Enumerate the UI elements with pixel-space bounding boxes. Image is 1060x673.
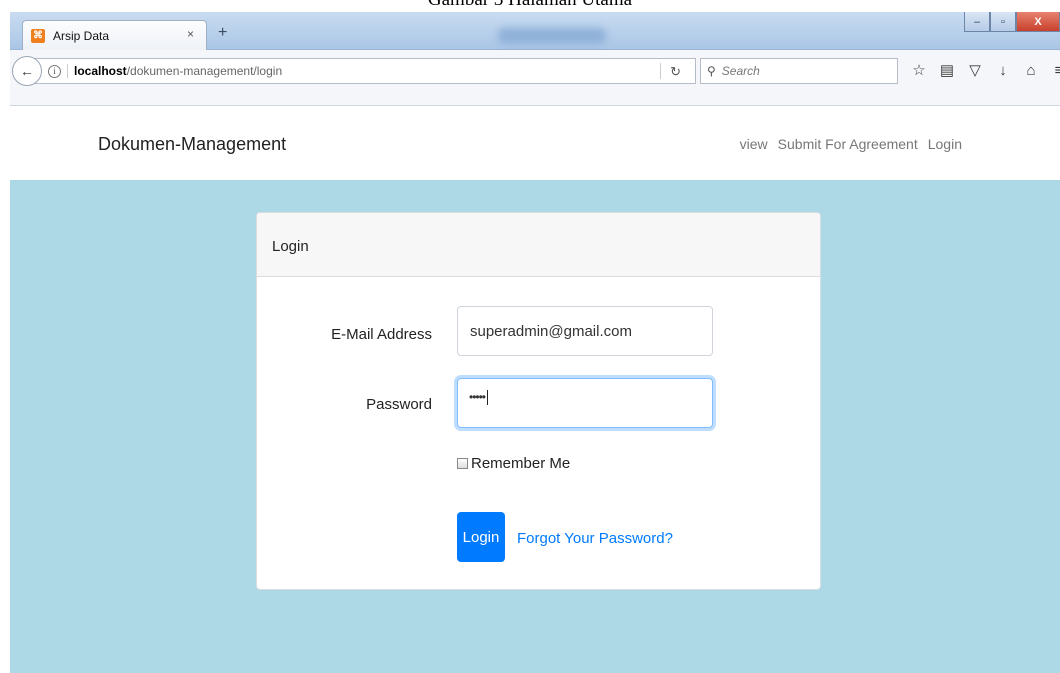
back-arrow-icon: ←	[20, 63, 34, 79]
download-icon[interactable]: ↓	[994, 60, 1012, 80]
login-card: Login E-Mail Address Password ••••• Reme…	[256, 212, 821, 590]
home-icon[interactable]: ⌂	[1022, 60, 1040, 80]
app-navbar: Dokumen-Management view Submit For Agree…	[10, 106, 1060, 180]
search-placeholder: Search	[721, 64, 760, 78]
password-label: Password	[366, 396, 432, 413]
search-icon: ⚲	[707, 64, 716, 78]
reload-separator	[660, 63, 661, 79]
password-value: •••••	[469, 390, 489, 406]
brand-link[interactable]: Dokumen-Management	[98, 134, 286, 155]
search-input[interactable]: ⚲ Search	[700, 58, 898, 84]
new-tab-button[interactable]: +	[218, 24, 227, 42]
page: Dokumen-Management view Submit For Agree…	[10, 106, 1060, 673]
star-icon[interactable]: ☆	[910, 60, 928, 80]
login-button[interactable]: Login	[457, 512, 505, 562]
browser-toolbar: i localhost/dokumen-management/login ↻ ←…	[10, 56, 1060, 106]
figure-caption: Gambar 3 Halaman Utama	[0, 0, 1060, 12]
pocket-icon[interactable]: ▽	[966, 60, 984, 80]
menu-icon[interactable]: ≡	[1050, 60, 1060, 80]
xampp-favicon-icon: ⌘	[31, 28, 45, 43]
email-field[interactable]	[457, 306, 713, 356]
password-field[interactable]	[457, 378, 713, 428]
back-button[interactable]: ←	[12, 56, 42, 86]
nav-links: view Submit For Agreement Login	[740, 136, 962, 152]
remember-me: Remember Me	[457, 455, 570, 472]
remember-me-label: Remember Me	[471, 455, 571, 472]
nav-link-submit-for-agreement[interactable]: Submit For Agreement	[778, 136, 918, 152]
browser-titlebar: ⌘ Arsip Data × + – ▫ X	[10, 12, 1060, 50]
tab-close-icon[interactable]: ×	[187, 27, 194, 41]
info-icon[interactable]: i	[48, 64, 61, 78]
browser-tab[interactable]: ⌘ Arsip Data ×	[22, 20, 207, 50]
nav-link-view[interactable]: view	[740, 136, 768, 152]
tab-title: Arsip Data	[53, 28, 110, 43]
url-bar[interactable]: i localhost/dokumen-management/login ↻	[28, 58, 696, 84]
email-label: E-Mail Address	[331, 326, 432, 343]
url-separator	[67, 64, 68, 78]
forgot-password-link[interactable]: Forgot Your Password?	[517, 530, 673, 547]
card-header: Login	[257, 213, 820, 277]
reading-list-icon[interactable]: ▤	[938, 60, 956, 80]
content-area: Login E-Mail Address Password ••••• Reme…	[10, 180, 1060, 673]
maximize-button[interactable]: ▫	[990, 12, 1016, 32]
nav-link-login[interactable]: Login	[928, 136, 962, 152]
close-window-button[interactable]: X	[1016, 12, 1060, 32]
blurred-window-title	[498, 28, 606, 44]
minimize-button[interactable]: –	[964, 12, 990, 32]
url-host: localhost	[74, 64, 127, 78]
remember-me-checkbox[interactable]	[457, 458, 468, 469]
reload-icon[interactable]: ↻	[670, 64, 681, 80]
toolbar-icons: ☆ ▤ ▽ ↓ ⌂ ≡	[910, 60, 1060, 80]
url-path: /dokumen-management/login	[126, 64, 283, 78]
window-controls: – ▫ X	[964, 12, 1060, 32]
